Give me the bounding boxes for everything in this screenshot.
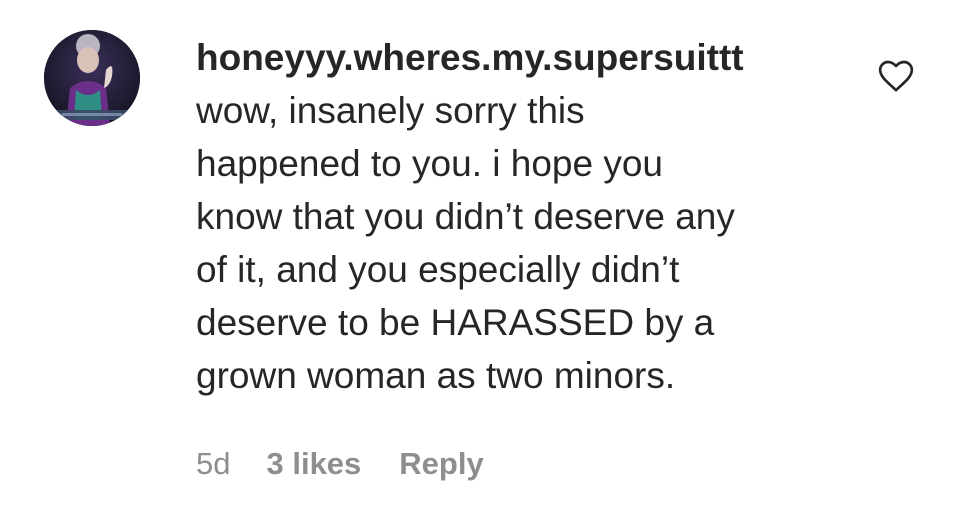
comment-text-line: know that you didn’t deserve any [196,196,735,237]
avatar-image [44,30,140,126]
comment: honeyyy.wheres.my.supersuittt wow, insan… [0,0,980,524]
username[interactable]: honeyyy.wheres.my.supersuittt [196,32,856,84]
reply-button[interactable]: Reply [399,442,483,486]
heart-outline-icon [878,60,914,92]
likes-count[interactable]: 3 likes [266,442,361,486]
comment-timestamp[interactable]: 5d [196,442,230,486]
comment-text-line: deserve to be HARASSED by a [196,302,715,343]
comment-text-line: happened to you. i hope you [196,143,663,184]
comment-body: honeyyy.wheres.my.supersuittt wow, insan… [196,32,856,402]
like-button[interactable] [876,56,916,96]
comment-text-line: of it, and you especially didn’t [196,249,680,290]
comment-text-line: grown woman as two minors. [196,355,676,396]
comment-text-line: wow, insanely sorry this [196,90,585,131]
avatar[interactable] [44,30,140,126]
comment-meta: 5d 3 likes Reply [196,442,484,486]
comment-text: wow, insanely sorry this happened to you… [196,84,856,402]
